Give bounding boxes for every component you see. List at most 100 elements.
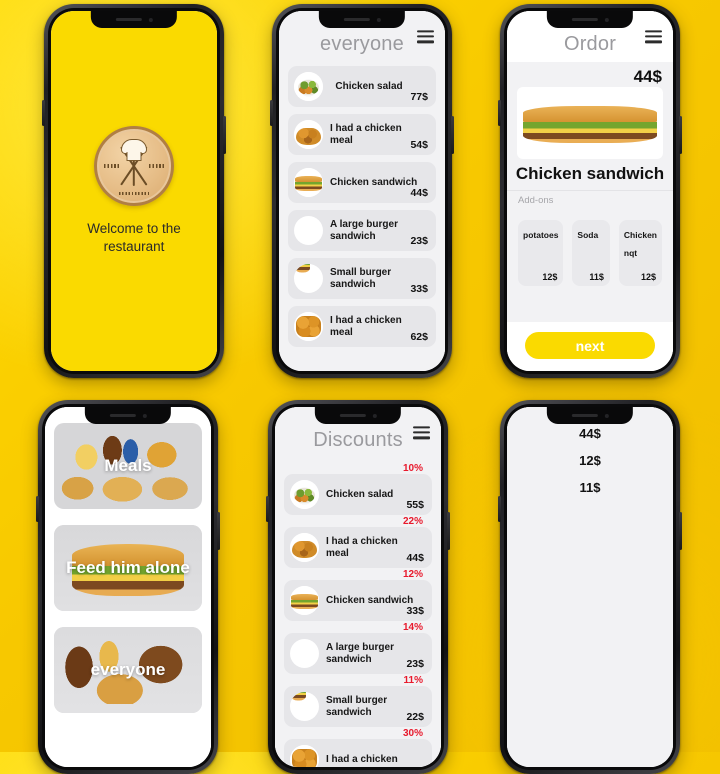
earpiece-speaker <box>339 414 366 417</box>
discount-item-thumbnail <box>290 639 319 668</box>
category-card[interactable]: Meals <box>54 423 202 509</box>
phone-notch <box>314 407 402 424</box>
phone-screen-categories: Meals Feed him alone everyone <box>45 407 211 767</box>
earpiece-speaker <box>343 18 370 21</box>
discount-item-card[interactable]: 12% Chicken sandwich 33$ <box>284 569 432 621</box>
menu-item-price: 77$ <box>410 91 428 103</box>
menu-item-price: 62$ <box>410 331 428 343</box>
cart-item[interactable]: 11$ <box>518 477 662 500</box>
menu-item-card[interactable]: Chicken salad 77$ <box>288 66 436 107</box>
discount-item-thumbnail <box>290 586 319 615</box>
category-label: Feed him alone <box>66 557 190 577</box>
phone-volume-button[interactable] <box>270 100 273 126</box>
phone-screen-discounts: Discounts 10% Chicken salad 55$ 22% I had a … <box>275 407 441 767</box>
discount-item-card[interactable]: 22% I had a chicken meal 44$ <box>284 516 432 568</box>
discounts-list: 10% Chicken salad 55$ 22% I had a chicken me… <box>275 458 441 767</box>
discount-item-thumbnail <box>290 480 319 509</box>
category-card[interactable]: everyone <box>54 627 202 713</box>
discount-badge: 10% <box>402 463 423 474</box>
menu-list: Chicken salad 77$ I had a chicken meal 54$ C… <box>279 62 445 371</box>
hamburger-menu-icon[interactable] <box>645 29 662 44</box>
phone-categories: Meals Feed him alone everyone <box>36 400 220 774</box>
phone-order: Ordor 44$ Chicken sandwich Add-ons potat… <box>498 4 682 378</box>
category-label: everyone <box>90 659 166 679</box>
discount-badge: 14% <box>402 622 423 633</box>
page-title: Discounts <box>313 429 403 451</box>
mockup-board: Welcome to the restaurant everyone Chick… <box>0 0 720 774</box>
cart-item-price: 44$ <box>579 426 601 441</box>
cart-item-price: 11$ <box>579 480 601 495</box>
phone-power-button[interactable] <box>217 512 220 550</box>
menu-item-card[interactable]: Small burger sandwich 33$ <box>288 258 436 299</box>
order-body: 44$ Chicken sandwich Add-ons potatoes 12$… <box>507 62 673 322</box>
menu-item-price: 54$ <box>410 139 428 151</box>
menu-item-card[interactable]: I had a chicken meal 62$ <box>288 306 436 347</box>
menu-item-thumbnail <box>294 216 323 245</box>
phone-splash: Welcome to the restaurant <box>42 4 226 378</box>
discount-badge: 30% <box>402 728 423 739</box>
menu-item-card[interactable]: I had a chicken meal 54$ <box>288 114 436 155</box>
product-hero-image <box>517 87 663 159</box>
addon-price: 12$ <box>640 272 656 283</box>
discount-item-price: 33$ <box>406 605 424 617</box>
phone-notch <box>84 407 172 424</box>
phone-volume-button[interactable] <box>36 496 39 522</box>
page-title: Ordor <box>563 33 617 55</box>
discount-badge: 22% <box>402 516 423 527</box>
phone-screen-cart: 44$ 12$ 11$ <box>507 407 673 767</box>
menu-item-thumbnail <box>294 312 323 341</box>
addon-card[interactable]: Chicken nqt 12$ <box>618 220 662 287</box>
cart-item[interactable]: 44$ <box>518 423 662 446</box>
cart-screen: 44$ 12$ 11$ <box>507 407 673 767</box>
discount-item-card[interactable]: 14% A large burger sandwich 23$ <box>284 622 432 674</box>
discount-item-price: 55$ <box>406 499 424 511</box>
addon-name: Soda <box>577 230 599 241</box>
chef-hat-base <box>126 151 142 161</box>
addon-card[interactable]: Soda 11$ <box>572 220 610 287</box>
phone-volume-button[interactable] <box>266 496 269 522</box>
phone-power-button[interactable] <box>451 116 454 154</box>
discount-item-thumbnail <box>290 533 319 562</box>
earpiece-speaker <box>115 18 142 21</box>
addons-row: potatoes 12$ Soda 11$ Chicken nqt 12$ <box>507 210 673 287</box>
next-button[interactable]: next <box>525 332 655 359</box>
phone-screen-splash: Welcome to the restaurant <box>51 11 217 371</box>
logo-right-text <box>149 163 164 168</box>
cart-item-price: 12$ <box>579 453 601 468</box>
front-camera <box>604 17 609 22</box>
phone-volume-button[interactable] <box>498 496 501 522</box>
hamburger-menu-icon[interactable] <box>417 29 434 44</box>
discount-item-card[interactable]: 30% I had a chicken <box>284 728 432 767</box>
menu-item-price: 33$ <box>410 283 428 295</box>
phone-power-button[interactable] <box>679 512 682 550</box>
phone-menu: everyone Chicken salad 77$ I had a chicken… <box>270 4 454 378</box>
phone-volume-button[interactable] <box>498 100 501 126</box>
page-title: everyone <box>320 33 404 55</box>
phone-screen-menu: everyone Chicken salad 77$ I had a chicken… <box>279 11 445 371</box>
discount-item-card[interactable]: 11% Small burger sandwich 22$ <box>284 675 432 727</box>
discount-item-price: 22$ <box>406 711 424 723</box>
chicken-sandwich-image <box>517 87 663 159</box>
menu-item-thumbnail <box>294 72 323 101</box>
phone-power-button[interactable] <box>447 512 450 550</box>
welcome-text: Welcome to the restaurant <box>87 220 181 254</box>
menu-item-price: 23$ <box>410 235 428 247</box>
cart-item[interactable]: 12$ <box>518 450 662 473</box>
earpiece-speaker <box>571 414 598 417</box>
category-card[interactable]: Feed him alone <box>54 525 202 611</box>
phone-volume-button[interactable] <box>42 100 45 126</box>
phone-power-button[interactable] <box>679 116 682 154</box>
addons-label: Add-ons <box>507 190 673 211</box>
addon-price: 11$ <box>589 272 604 283</box>
menu-screen: everyone Chicken salad 77$ I had a chicken… <box>279 11 445 371</box>
addon-card[interactable]: potatoes 12$ <box>518 220 564 287</box>
order-screen: Ordor 44$ Chicken sandwich Add-ons potat… <box>507 11 673 371</box>
menu-item-card[interactable]: A large burger sandwich 23$ <box>288 210 436 251</box>
phone-power-button[interactable] <box>223 116 226 154</box>
front-camera <box>142 413 147 418</box>
menu-item-card[interactable]: Chicken sandwich 44$ <box>288 162 436 203</box>
hamburger-menu-icon[interactable] <box>413 425 430 440</box>
discount-item-card[interactable]: 10% Chicken salad 55$ <box>284 463 432 515</box>
product-name: Chicken sandwich <box>515 164 665 183</box>
next-button-area: next <box>507 322 673 371</box>
